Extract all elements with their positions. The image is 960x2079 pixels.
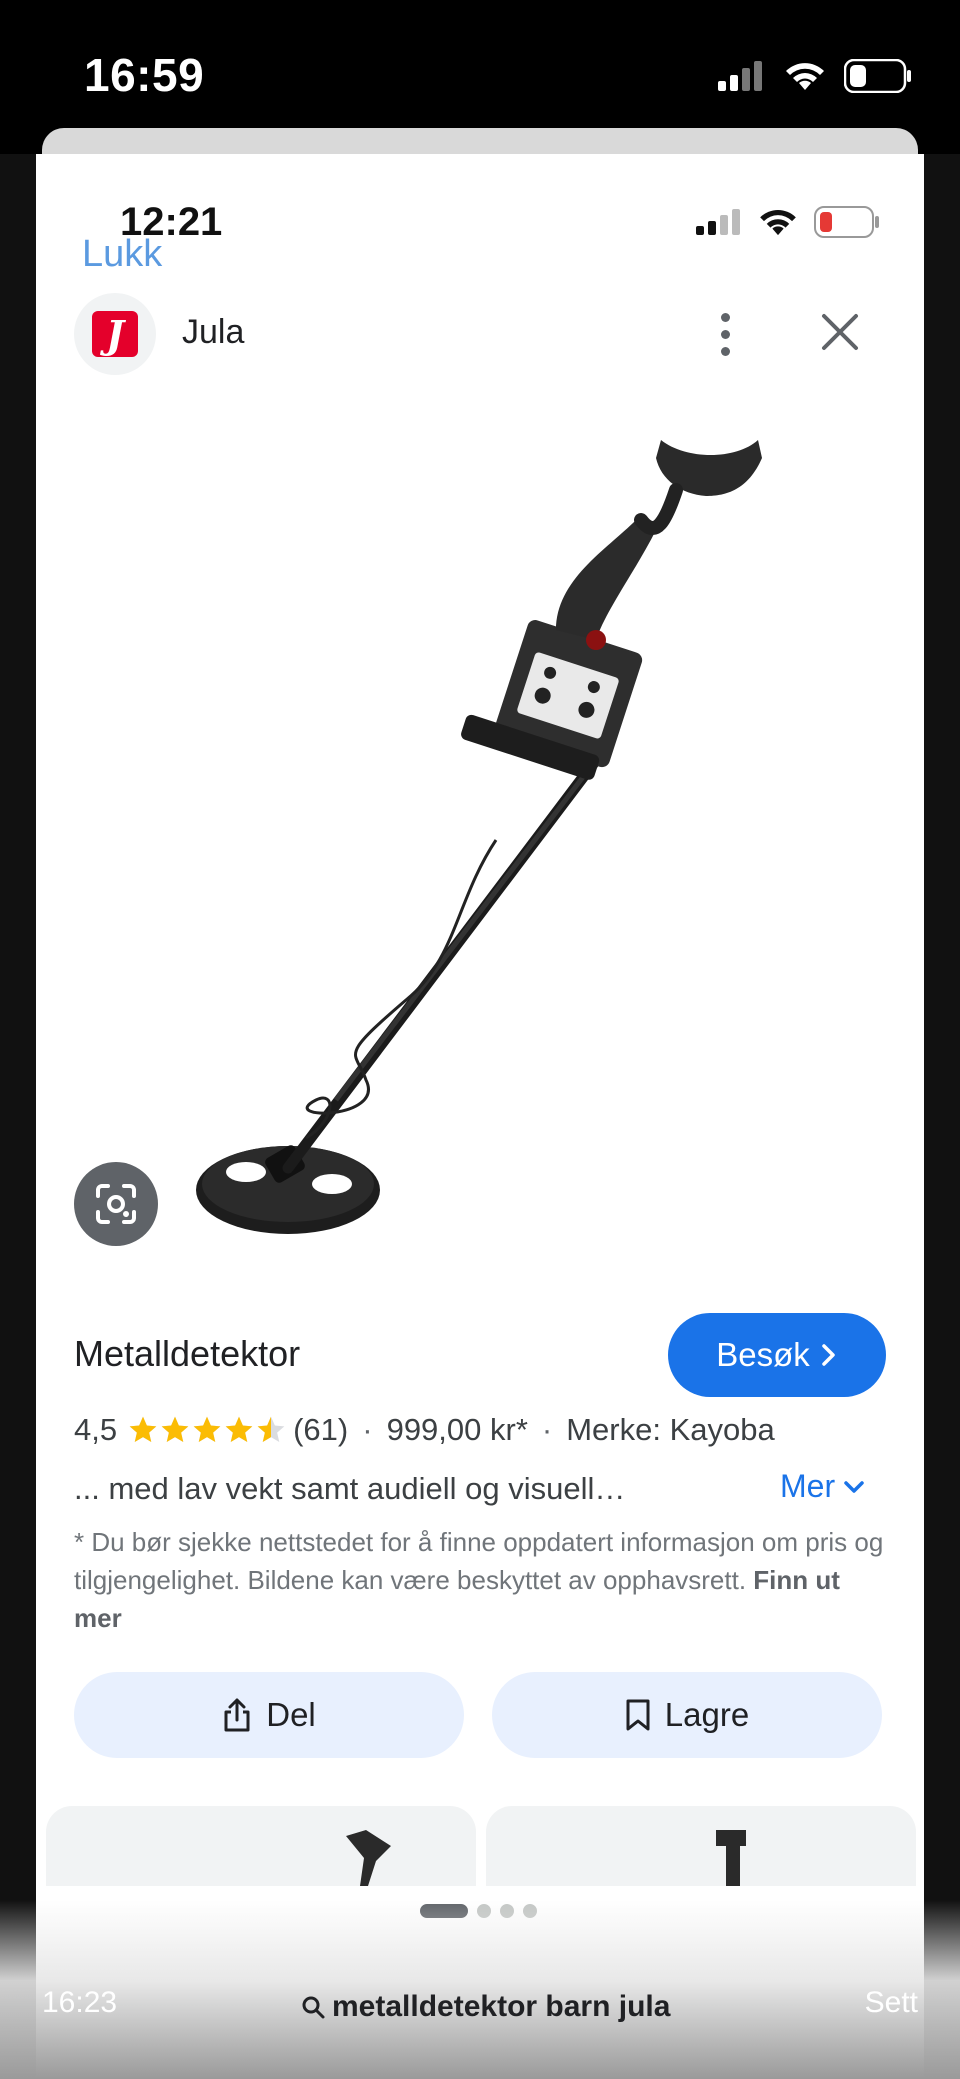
separator-dot: · [541,1412,553,1447]
star-icon [257,1416,285,1442]
jula-logo: J [92,311,138,357]
battery-icon [844,59,911,93]
product-image[interactable] [36,400,924,1280]
more-button[interactable]: Mer [780,1468,865,1505]
more-options-icon[interactable] [705,304,745,364]
thumbnail-image [716,1830,746,1886]
bottom-clock: 16:23 [42,1986,118,2019]
outer-status-bar: 16:59 [0,0,960,140]
search-icon [302,1996,325,2019]
lens-search-button[interactable] [74,1162,158,1246]
star-icon [225,1416,253,1442]
related-image-thumbnail[interactable] [486,1806,916,1886]
source-name[interactable]: Jula [182,313,244,352]
visit-label: Besøk [716,1336,810,1373]
wifi-icon [786,63,824,90]
disclaimer: * Du bør sjekke nettstedet for å finne o… [74,1523,894,1637]
separator-dot: · [362,1412,373,1447]
thumbnail-image [346,1830,391,1886]
star-icon [161,1416,189,1442]
inner-wifi-icon [760,209,796,236]
bookmark-icon [626,1699,650,1731]
save-button[interactable]: Lagre [492,1672,882,1758]
rating-value: 4,5 [74,1412,118,1447]
right-edge [924,154,960,2079]
share-label: Del [266,1696,316,1733]
review-count: (61) [293,1412,349,1447]
product-meta: 4,5 (61) · 999,00 kr* · Merke: Kayoba [74,1412,775,1448]
close-icon[interactable] [818,310,862,354]
chevron-down-icon [844,1480,864,1493]
share-button[interactable]: Del [74,1672,464,1758]
bottom-right-label: Sett [864,1986,918,2019]
left-edge [0,154,36,2079]
product-description: ... med lav vekt samt audiell og visuell… [74,1471,626,1506]
inner-status-icons [696,206,880,238]
price: 999,00 kr* [386,1412,528,1447]
star-icon [129,1416,157,1442]
search-query-text: metalldetektor barn jula [332,1990,671,2023]
search-query-bar[interactable]: metalldetektor barn jula [300,1990,670,2024]
star-icon [193,1416,221,1442]
cellular-signal-icon [718,61,762,91]
brand: Merke: Kayoba [566,1412,775,1447]
chevron-right-icon [822,1344,835,1366]
product-title: Metalldetektor [74,1333,301,1374]
inner-cellular-icon [696,209,740,235]
visit-button[interactable]: Besøk [668,1313,886,1397]
source-logo[interactable]: J [74,293,156,375]
more-label: Mer [780,1468,836,1504]
inner-battery-icon [814,206,879,238]
share-icon [224,1698,250,1732]
outer-status-icons [718,56,912,96]
outer-clock: 16:59 [84,49,205,101]
close-link[interactable]: Lukk [82,233,162,276]
related-image-thumbnail[interactable] [46,1806,476,1886]
lens-icon [96,1184,136,1224]
rating-stars [127,1414,287,1446]
save-label: Lagre [664,1696,750,1733]
